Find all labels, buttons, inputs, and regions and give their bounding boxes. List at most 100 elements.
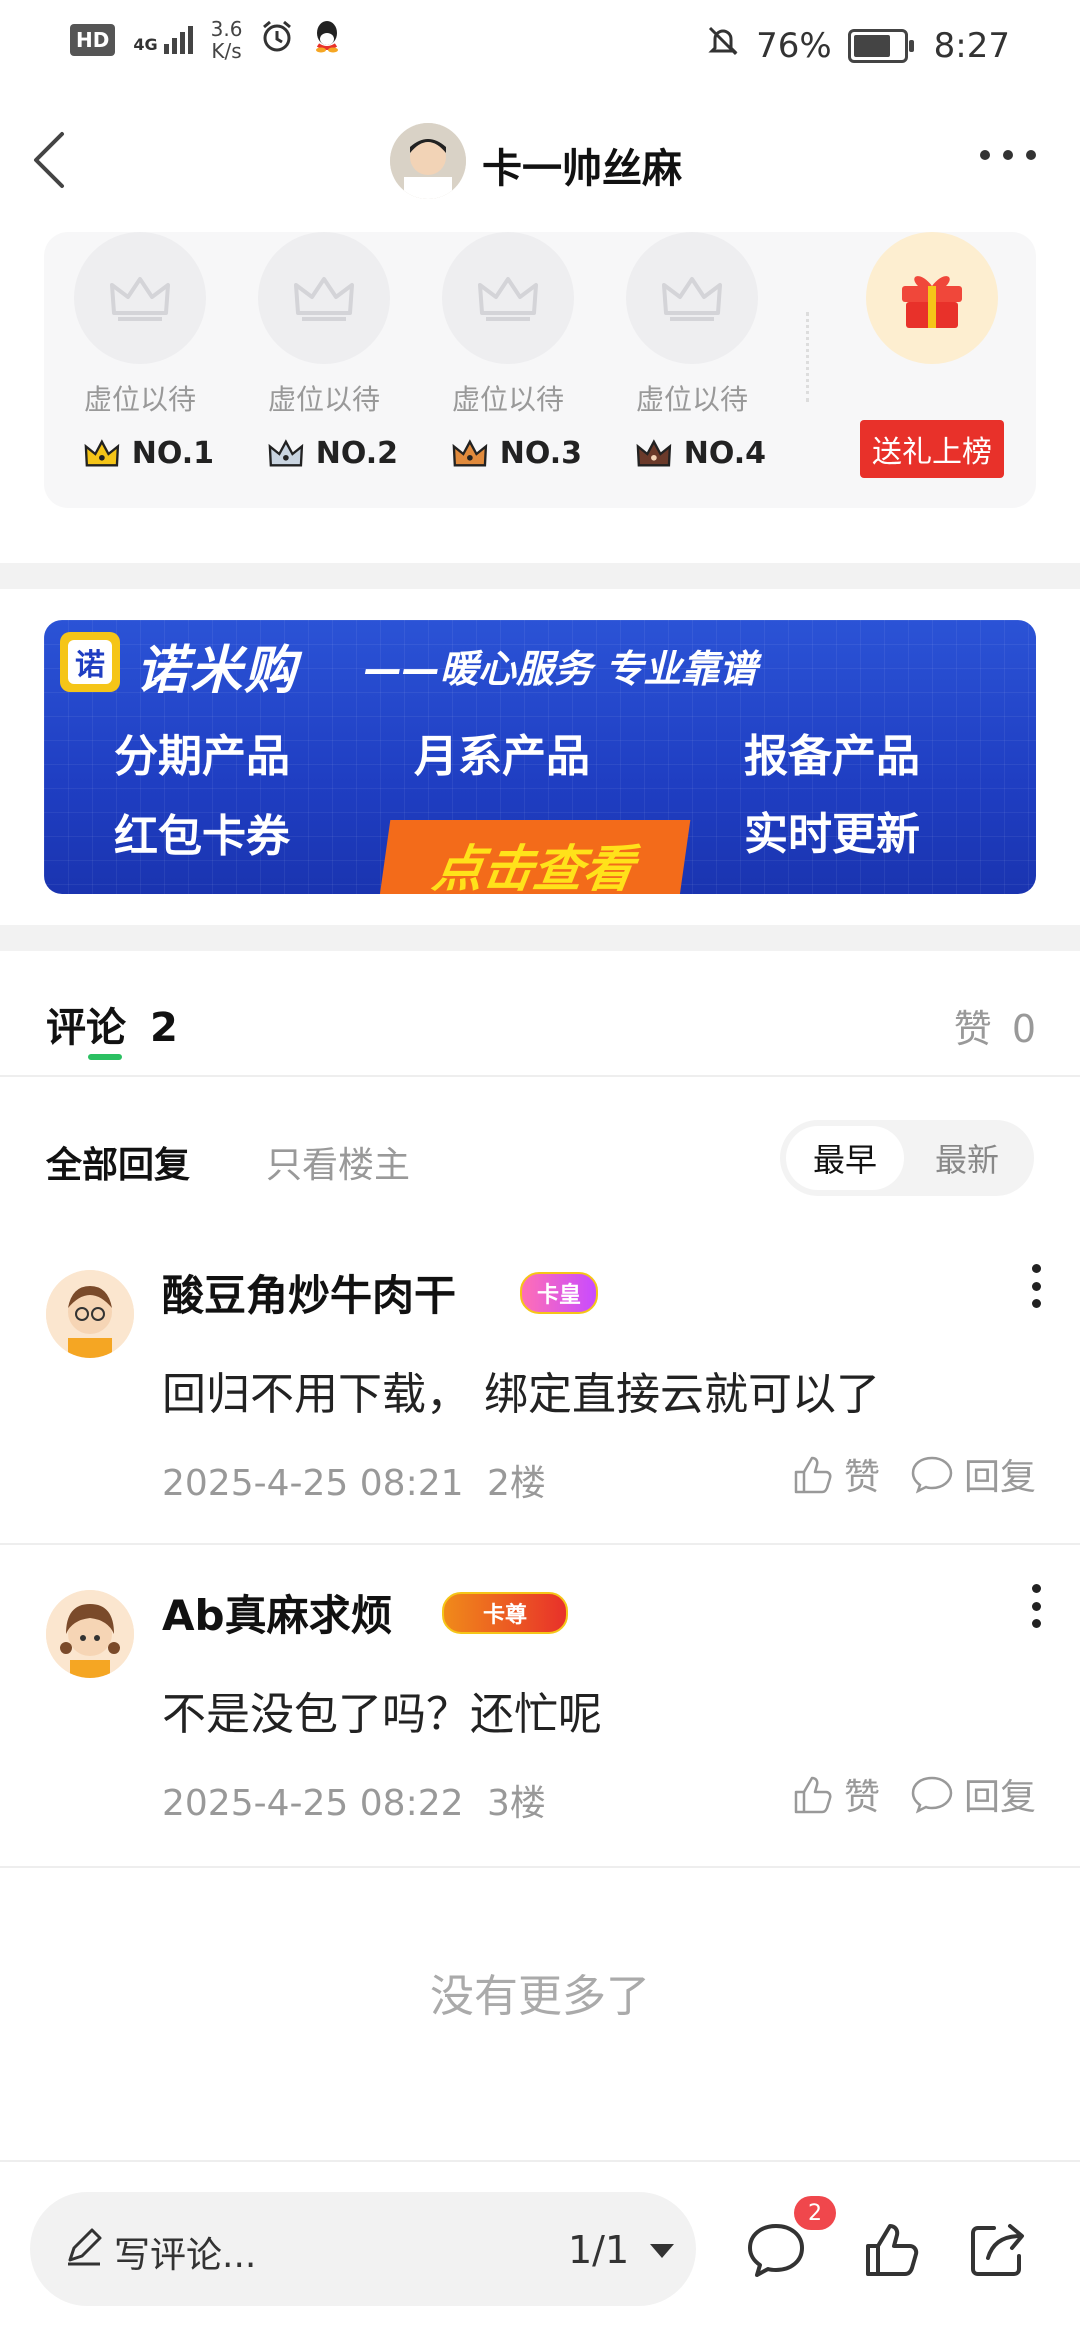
dot bbox=[980, 150, 990, 160]
rank-number: NO.3 bbox=[499, 436, 582, 471]
comments-title: 评论 bbox=[46, 1005, 126, 1051]
thumbs-up-icon bbox=[794, 1456, 832, 1494]
commenter-name[interactable]: Ab真麻求烦 bbox=[162, 1582, 393, 1643]
comment-more-button[interactable] bbox=[1032, 1264, 1042, 1308]
rank-slot-2[interactable]: 虚位以待 NO.2 bbox=[258, 232, 398, 471]
send-gift-rank-button[interactable]: 送礼上榜 bbox=[860, 420, 1004, 478]
dot bbox=[1032, 1281, 1041, 1291]
crown-outline-icon bbox=[294, 277, 354, 321]
write-comment-input[interactable]: 写评论... 1/1 bbox=[30, 2192, 696, 2306]
share-icon bbox=[971, 2224, 1024, 2276]
comment-date: 2025-4-25 08:22 bbox=[162, 1783, 464, 1824]
comment-meta: 2025-4-25 08:22 3楼 bbox=[162, 1774, 546, 1826]
author-avatar[interactable] bbox=[390, 123, 466, 199]
empty-slot-avatar bbox=[626, 232, 758, 364]
dot bbox=[1032, 1299, 1041, 1308]
empty-slot-avatar bbox=[258, 232, 390, 364]
reply-label: 回复 bbox=[963, 1777, 1036, 1818]
likes-label: 赞 bbox=[953, 1007, 992, 1051]
brand-slogan: ——暖心服务 专业靠谱 bbox=[364, 647, 758, 691]
like-button[interactable]: 赞 bbox=[790, 1448, 880, 1500]
rank-slot-1[interactable]: 虚位以待 NO.1 bbox=[74, 232, 214, 471]
slot-placeholder: 虚位以待 bbox=[451, 383, 564, 416]
comment-more-button[interactable] bbox=[1032, 1584, 1042, 1628]
share-button[interactable] bbox=[966, 2218, 1030, 2282]
slot-placeholder: 虚位以待 bbox=[267, 383, 380, 416]
dot bbox=[1032, 1264, 1041, 1273]
clock: 8:27 bbox=[933, 25, 1010, 66]
pencil-icon bbox=[64, 2226, 104, 2270]
like-post-button[interactable] bbox=[860, 2218, 924, 2282]
rank-number: NO.4 bbox=[683, 436, 766, 471]
dot bbox=[1026, 150, 1036, 160]
comment-list-button[interactable] bbox=[744, 2218, 808, 2282]
comment-item: 酸豆角炒牛肉干 卡皇 回归不用下载， 绑定直接云就可以了 2025-4-25 0… bbox=[0, 1240, 1080, 1540]
back-button[interactable] bbox=[22, 120, 82, 200]
dark-crown-icon bbox=[636, 438, 672, 466]
rank-label: NO.3 bbox=[442, 436, 582, 471]
likes-count: 0 bbox=[1011, 1007, 1036, 1051]
status-bar: HD 4G 3.6 K/s 76% 8:27 bbox=[0, 0, 1080, 90]
divider bbox=[0, 1075, 1080, 1077]
reply-button[interactable]: 回复 bbox=[910, 1768, 1036, 1820]
network-type: 4G bbox=[133, 35, 158, 54]
banner-item: 分期产品 bbox=[114, 731, 290, 782]
commenter-avatar[interactable] bbox=[46, 1590, 134, 1678]
filter-owner-only[interactable]: 只看楼主 bbox=[266, 1136, 410, 1188]
rank-slot-4[interactable]: 虚位以待 NO.4 bbox=[626, 232, 766, 471]
sort-latest-button[interactable]: 最新 bbox=[908, 1126, 1026, 1190]
commenter-avatar[interactable] bbox=[46, 1270, 134, 1358]
banner-cta-button[interactable]: 点击查看 bbox=[377, 820, 691, 894]
no-more-text: 没有更多了 bbox=[430, 1971, 650, 2022]
brand-name: 诺米购 bbox=[136, 641, 299, 701]
page-indicator[interactable]: 1/1 bbox=[568, 2228, 629, 2272]
rank-number: NO.1 bbox=[131, 436, 214, 471]
comment-meta: 2025-4-25 08:21 2楼 bbox=[162, 1454, 546, 1506]
write-comment-placeholder: 写评论... bbox=[114, 2235, 257, 2276]
reply-bubble-icon bbox=[911, 1456, 953, 1494]
rank-label: NO.2 bbox=[258, 436, 398, 471]
likes-tab[interactable]: 赞 0 bbox=[954, 998, 1036, 1053]
reply-button[interactable]: 回复 bbox=[910, 1448, 1036, 1500]
status-right: 76% 8:27 bbox=[706, 24, 1010, 67]
section-separator bbox=[0, 563, 1080, 589]
section-separator bbox=[0, 925, 1080, 951]
brand-logo-icon: 诺 bbox=[60, 632, 120, 692]
silver-crown-icon bbox=[268, 438, 304, 466]
filter-all-replies[interactable]: 全部回复 bbox=[46, 1136, 190, 1188]
banner-item: 月系产品 bbox=[414, 731, 590, 782]
logo-char: 诺 bbox=[68, 640, 112, 684]
reply-bubble-icon bbox=[911, 1776, 953, 1814]
status-left: HD 4G 3.6 K/s bbox=[70, 18, 342, 62]
comment-actions: 赞 回复 bbox=[790, 1448, 1036, 1500]
page-title: 卡一帅丝麻 bbox=[482, 146, 682, 192]
comments-tab[interactable]: 评论 2 bbox=[46, 995, 178, 1053]
gift-button[interactable] bbox=[866, 232, 998, 364]
chevron-left-icon bbox=[34, 132, 64, 188]
rank-slot-3[interactable]: 虚位以待 NO.3 bbox=[442, 232, 582, 471]
dropdown-triangle-icon[interactable] bbox=[650, 2244, 674, 2258]
sort-earliest-button[interactable]: 最早 bbox=[786, 1126, 904, 1190]
bronze-crown-icon bbox=[452, 438, 488, 466]
commenter-name[interactable]: 酸豆角炒牛肉干 bbox=[162, 1262, 456, 1323]
qq-icon bbox=[312, 19, 342, 61]
like-label: 赞 bbox=[843, 1777, 880, 1818]
user-level-badge: 卡尊 bbox=[442, 1592, 568, 1634]
avatar-image-icon bbox=[46, 1590, 134, 1678]
thumbs-up-icon bbox=[866, 2224, 919, 2276]
battery-icon bbox=[847, 28, 914, 63]
like-button[interactable]: 赞 bbox=[790, 1768, 880, 1820]
comment-actions: 赞 回复 bbox=[790, 1768, 1036, 1820]
banner-item: 报备产品 bbox=[744, 731, 920, 782]
ad-banner[interactable]: 诺 诺米购 ——暖心服务 专业靠谱 分期产品 月系产品 报备产品 红包卡券 实时… bbox=[44, 620, 1036, 894]
comment-floor: 3楼 bbox=[486, 1783, 546, 1824]
dot bbox=[1032, 1619, 1041, 1628]
battery-percent: 76% bbox=[756, 25, 832, 66]
more-options-button[interactable] bbox=[980, 150, 1036, 174]
dot bbox=[1003, 150, 1013, 160]
rank-number: NO.2 bbox=[315, 436, 398, 471]
speed-value: 3.6 bbox=[210, 17, 243, 41]
crown-outline-icon bbox=[662, 277, 722, 321]
avatar-image-icon bbox=[46, 1270, 134, 1358]
speed-unit: K/s bbox=[211, 39, 242, 63]
